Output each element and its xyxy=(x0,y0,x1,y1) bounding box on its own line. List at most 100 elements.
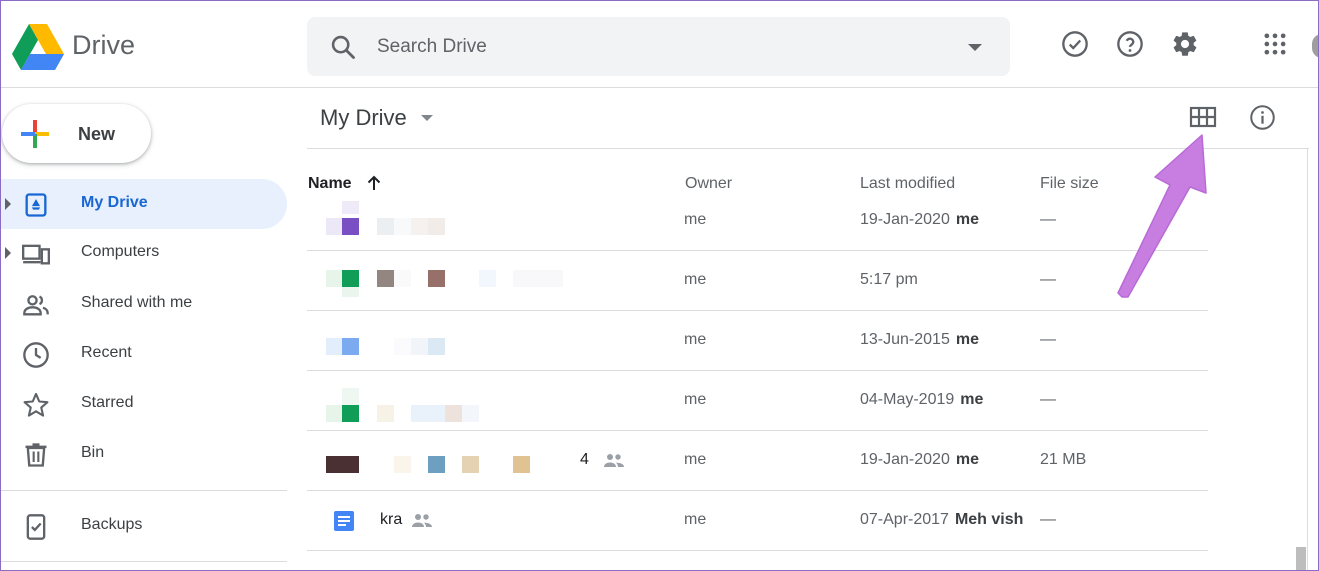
size-cell: — xyxy=(1040,391,1056,408)
folder-icon xyxy=(342,218,359,235)
sidebar-item-label: My Drive xyxy=(81,194,148,211)
owner-cell: me xyxy=(684,331,707,348)
top-bar: Drive xyxy=(0,0,1319,88)
sidebar-item-recent[interactable]: Recent xyxy=(0,329,287,379)
shared-people-icon xyxy=(604,454,624,467)
pixelated-name xyxy=(411,405,445,422)
pixelated-name xyxy=(428,456,445,473)
table-row[interactable]: kra me 07-Apr-2017 Meh vish — xyxy=(307,491,1208,551)
pixelated-block xyxy=(326,218,342,235)
modified-cell: 13-Jun-2015 me xyxy=(860,331,979,348)
search-input[interactable] xyxy=(377,27,937,67)
pixelated-block xyxy=(342,388,359,405)
apps-grid-icon[interactable] xyxy=(1261,30,1289,58)
expand-caret-icon[interactable] xyxy=(5,198,11,210)
folder-icon xyxy=(342,270,359,287)
sidebar-item-bin[interactable]: Bin xyxy=(0,429,287,479)
size-cell: 21 MB xyxy=(1040,451,1087,468)
folder-icon xyxy=(342,338,359,355)
modified-cell: 07-Apr-2017 Meh vish xyxy=(860,511,1024,528)
pixelated-name xyxy=(479,270,496,287)
pixelated-name xyxy=(377,405,394,422)
size-cell: — xyxy=(1040,331,1056,348)
search-icon[interactable] xyxy=(329,33,357,61)
file-name: kra xyxy=(380,511,403,528)
table-row[interactable]: me 04-May-2019 me — xyxy=(307,371,1208,431)
pixelated-name xyxy=(411,218,428,235)
sidebar-divider xyxy=(0,561,287,562)
new-button-label: New xyxy=(78,124,116,144)
table-row[interactable]: me 19-Jan-2020 me — xyxy=(307,191,1208,251)
folder-icon xyxy=(342,201,359,214)
scroll-track-line xyxy=(1307,148,1308,571)
sidebar-divider xyxy=(0,490,287,491)
table-row[interactable]: 4 me 19-Jan-2020 me 21 MB xyxy=(307,431,1208,491)
new-button[interactable]: New xyxy=(2,104,151,163)
sidebar-item-computers[interactable]: Computers xyxy=(0,228,287,278)
app-title: Drive xyxy=(72,30,136,60)
trash-icon xyxy=(25,443,47,467)
search-options-icon[interactable] xyxy=(968,44,982,51)
sidebar-item-label: Shared with me xyxy=(81,294,193,311)
sidebar-item-label: Starred xyxy=(81,394,134,411)
chevron-down-icon[interactable] xyxy=(421,115,433,121)
offline-ready-icon[interactable] xyxy=(1061,30,1089,58)
sidebar-item-starred[interactable]: Starred xyxy=(0,379,287,429)
pixelated-name xyxy=(462,456,479,473)
pixelated-name xyxy=(394,270,411,287)
pixelated-block xyxy=(326,270,342,287)
table-row[interactable]: me 13-Jun-2015 me — xyxy=(307,311,1208,371)
table-row[interactable]: me 5:17 pm — xyxy=(307,251,1208,311)
avatar[interactable] xyxy=(1312,34,1319,58)
pixelated-name xyxy=(411,338,428,355)
modified-cell: 19-Jan-2020 me xyxy=(860,211,979,228)
google-docs-icon xyxy=(334,511,354,531)
expand-caret-icon[interactable] xyxy=(5,247,11,259)
sidebar-item-label: Computers xyxy=(81,243,160,260)
settings-gear-icon[interactable] xyxy=(1171,30,1199,58)
file-thumbnail xyxy=(326,456,359,473)
pixelated-name xyxy=(377,270,394,287)
size-cell: — xyxy=(1040,271,1056,288)
size-cell: — xyxy=(1040,511,1056,528)
owner-cell: me xyxy=(684,391,707,408)
sort-ascending-icon[interactable] xyxy=(365,174,383,192)
info-icon[interactable] xyxy=(1249,104,1276,131)
scrollbar-thumb[interactable] xyxy=(1296,547,1306,571)
owner-cell: me xyxy=(684,271,707,288)
computers-icon xyxy=(22,244,50,265)
modified-cell: 04-May-2019 me xyxy=(860,391,984,408)
pixelated-name xyxy=(513,270,563,287)
annotation-arrow xyxy=(1117,134,1207,298)
owner-cell: me xyxy=(684,451,707,468)
shared-people-icon xyxy=(23,295,49,316)
pixelated-name xyxy=(445,405,462,422)
search-bar[interactable] xyxy=(307,17,1010,76)
pixelated-name xyxy=(513,456,530,473)
drive-logo[interactable] xyxy=(12,24,64,70)
sidebar-item-label: Bin xyxy=(81,444,105,461)
sidebar-item-my-drive[interactable]: My Drive xyxy=(0,179,287,229)
pixelated-name xyxy=(428,270,445,287)
pixelated-name xyxy=(428,218,445,235)
pixelated-name xyxy=(377,218,394,235)
sidebar-item-backups[interactable]: Backups xyxy=(0,501,287,551)
pixelated-block xyxy=(326,405,342,422)
pixelated-name xyxy=(428,338,445,355)
owner-cell: me xyxy=(684,511,707,528)
pixelated-block xyxy=(342,287,359,297)
file-name: 4 xyxy=(580,451,589,468)
pixelated-name xyxy=(462,405,479,422)
sidebar-item-label: Recent xyxy=(81,344,132,361)
clock-icon xyxy=(23,342,49,368)
backups-icon xyxy=(26,514,46,540)
folder-icon xyxy=(342,405,359,422)
sidebar-item-shared-with-me[interactable]: Shared with me xyxy=(0,279,287,329)
my-drive-icon xyxy=(25,193,47,217)
breadcrumb[interactable]: My Drive xyxy=(320,105,407,131)
modified-cell: 19-Jan-2020 me xyxy=(860,451,979,468)
help-icon[interactable] xyxy=(1116,30,1144,58)
pixelated-name xyxy=(394,338,411,355)
owner-cell: me xyxy=(684,211,707,228)
pixelated-name xyxy=(394,456,411,473)
